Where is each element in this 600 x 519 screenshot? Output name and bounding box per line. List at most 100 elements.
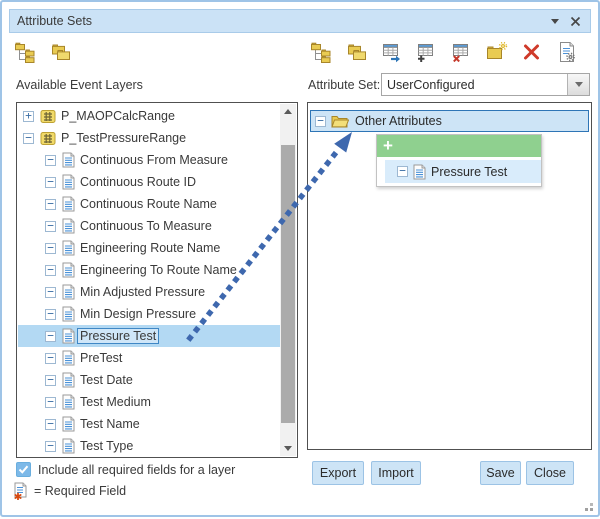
close-icon[interactable] [570, 16, 581, 27]
titlebar[interactable]: Attribute Sets [9, 9, 591, 33]
attribute-sets-dialog: Attribute Sets Available Event Layers At… [0, 0, 600, 517]
field-icon [413, 164, 426, 180]
field-icon [62, 438, 75, 454]
attribute-set-tree-panel[interactable]: − Other Attributes + − Pressure Test [307, 102, 592, 450]
include-required-row: Include all required fields for a layer [16, 462, 235, 477]
tree-item-label: Engineering To Route Name [80, 263, 237, 277]
expander-icon[interactable]: − [45, 199, 56, 210]
expander-icon[interactable]: − [45, 441, 56, 452]
dropdown-button[interactable] [567, 74, 589, 95]
tree-item-label: Continuous From Measure [80, 153, 228, 167]
other-attributes-node[interactable]: − Other Attributes [310, 110, 589, 132]
target-toolbar [311, 41, 578, 63]
tree-item-pretest[interactable]: −PreTest [18, 347, 280, 369]
include-required-checkbox[interactable] [16, 462, 31, 477]
field-icon [62, 306, 75, 322]
report-settings-button[interactable] [556, 41, 578, 63]
expander-icon[interactable]: − [45, 309, 56, 320]
tree-item-p-testpressurerange[interactable]: − P_TestPressureRange [18, 127, 280, 149]
field-icon [62, 218, 75, 234]
tree-item-label: Test Medium [80, 395, 151, 409]
expander-icon[interactable]: − [45, 397, 56, 408]
expander-icon[interactable]: − [45, 177, 56, 188]
delete-icon [521, 41, 543, 63]
field-icon [62, 174, 75, 190]
layer-icon [40, 109, 56, 124]
expander-icon[interactable]: − [45, 353, 56, 364]
expander-icon[interactable]: − [45, 331, 56, 342]
tree-item-test-date[interactable]: − Test Date [18, 369, 280, 391]
window-menu-caret-icon[interactable] [551, 19, 559, 24]
tree-item-label: Continuous Route Name [80, 197, 217, 211]
tree-item-continuous-route-id[interactable]: −Continuous Route ID [18, 171, 280, 193]
tree-item-label: P_MAOPCalcRange [61, 109, 175, 123]
tree-item-test-medium[interactable]: − Test Medium [18, 391, 280, 413]
expand-tree-icon [311, 41, 333, 63]
drag-preview: + − Pressure Test [376, 134, 542, 187]
expand-tree-button[interactable] [15, 41, 37, 63]
chevron-down-icon [575, 82, 583, 87]
tree-item-min-design-pressure[interactable]: − Min Design Pressure [18, 303, 280, 325]
layer-icon [40, 131, 56, 146]
tree-item-test-type[interactable]: −Test Type [18, 435, 280, 457]
expander-icon[interactable]: − [45, 287, 56, 298]
folder-new-icon [486, 41, 508, 63]
open-folders-button[interactable] [50, 41, 72, 63]
tree-item-min-adjusted-pressure[interactable]: − Min Adjusted Pressure [18, 281, 280, 303]
tree-item-continuous-from-measure[interactable]: − Continuous From Measure [18, 149, 280, 171]
expander-icon[interactable]: − [45, 221, 56, 232]
expander-icon[interactable]: − [45, 155, 56, 166]
tree-item-p-maopcalcrange[interactable]: + P_MAOPCalcRange [18, 105, 280, 127]
available-layers-tree-panel[interactable]: +P_MAOPCalcRange−P_TestPressureRange−Con… [16, 102, 298, 458]
other-attributes-label: Other Attributes [355, 114, 442, 128]
table-import-button[interactable] [381, 41, 403, 63]
close-button[interactable]: Close [526, 461, 574, 485]
field-icon [62, 372, 75, 388]
table-add-icon [416, 41, 438, 63]
source-toolbar [15, 41, 72, 63]
import-button[interactable]: Import [371, 461, 421, 485]
required-field-icon [13, 482, 29, 500]
open-folder-icon [331, 114, 349, 128]
tree-item-pressure-test[interactable]: −Pressure Test [18, 325, 280, 347]
tree-item-label: Test Date [80, 373, 133, 387]
dragged-item: − Pressure Test [385, 160, 541, 183]
field-icon [62, 262, 75, 278]
field-icon [62, 416, 75, 432]
attribute-set-dropdown[interactable]: UserConfigured [381, 73, 590, 96]
open-folders-button[interactable] [346, 41, 368, 63]
tree-item-continuous-to-measure[interactable]: −Continuous To Measure [18, 215, 280, 237]
export-button[interactable]: Export [312, 461, 364, 485]
tree-item-label: Min Adjusted Pressure [80, 285, 205, 299]
delete-button[interactable] [521, 41, 543, 63]
scroll-up-arrow-icon[interactable] [280, 104, 296, 119]
expander-icon[interactable]: − [45, 375, 56, 386]
field-icon [62, 284, 75, 300]
table-add-button[interactable] [416, 41, 438, 63]
expand-tree-button[interactable] [311, 41, 333, 63]
table-remove-button[interactable] [451, 41, 473, 63]
tree-item-test-name[interactable]: −Test Name [18, 413, 280, 435]
expander-icon: − [397, 166, 408, 177]
attribute-set-label: Attribute Set: [308, 78, 380, 92]
tree-item-engineering-route-name[interactable]: −Engineering Route Name [18, 237, 280, 259]
expander-icon[interactable]: + [23, 111, 34, 122]
tree-item-label: P_TestPressureRange [61, 131, 186, 145]
resize-grip[interactable] [590, 508, 593, 511]
expander-icon[interactable]: − [23, 133, 34, 144]
vertical-scrollbar[interactable] [280, 104, 296, 456]
scrollbar-thumb[interactable] [281, 145, 295, 423]
tree-item-engineering-to-route-name[interactable]: − Engineering To Route Name [18, 259, 280, 281]
expander-icon[interactable]: − [45, 419, 56, 430]
tree-item-label: Min Design Pressure [80, 307, 196, 321]
folder-new-button[interactable] [486, 41, 508, 63]
field-icon [62, 196, 75, 212]
report-settings-icon [556, 41, 578, 63]
expander-icon[interactable]: − [315, 116, 326, 127]
save-button[interactable]: Save [480, 461, 521, 485]
tree-item-continuous-route-name[interactable]: − Continuous Route Name [18, 193, 280, 215]
expander-icon[interactable]: − [45, 265, 56, 276]
checkmark-icon [18, 465, 29, 474]
scroll-down-arrow-icon[interactable] [280, 441, 296, 456]
expander-icon[interactable]: − [45, 243, 56, 254]
